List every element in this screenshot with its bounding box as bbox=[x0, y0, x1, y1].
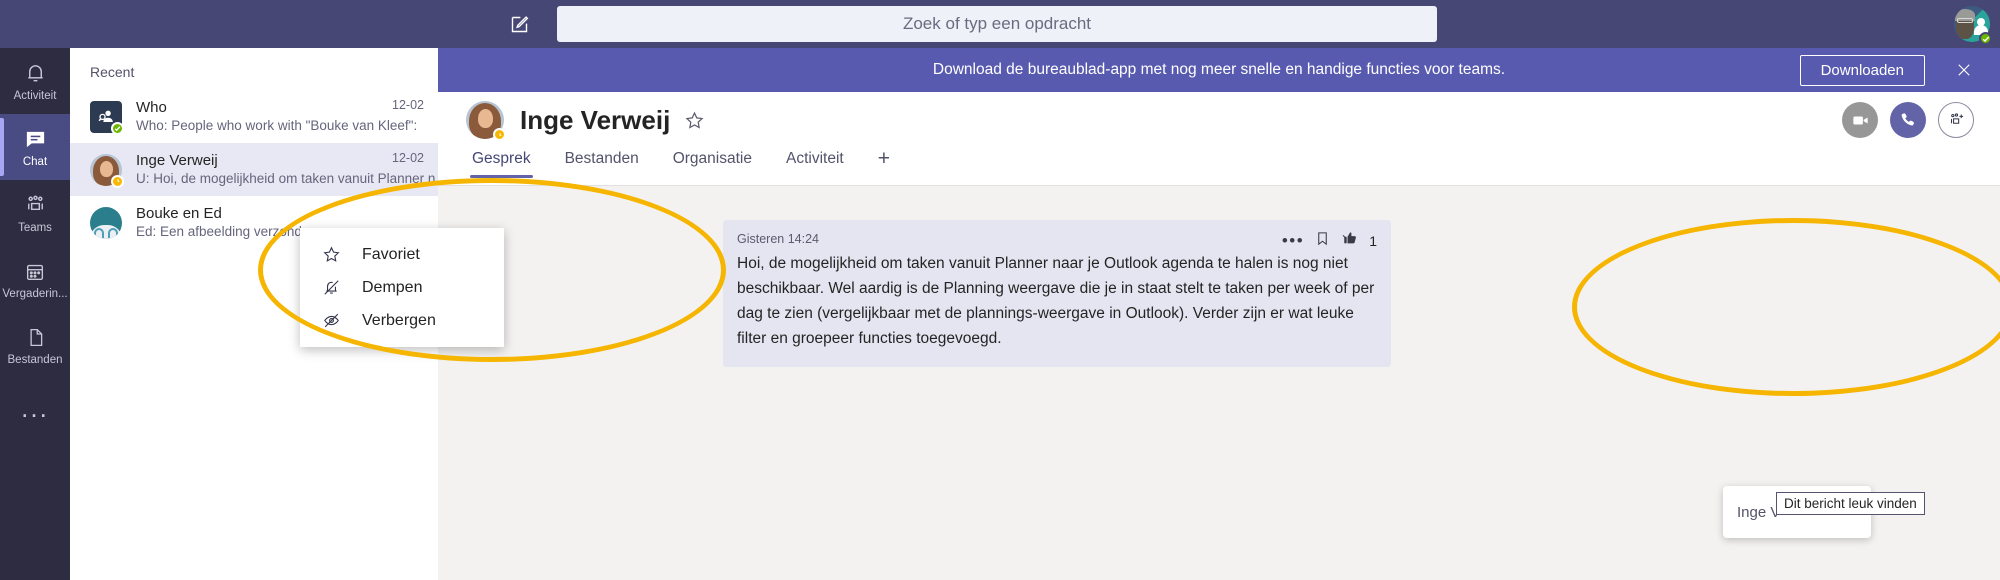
context-menu-item-label: Verbergen bbox=[362, 311, 436, 329]
teams-window: Zoek of typ een opdracht Activiteit Chat… bbox=[0, 0, 2000, 580]
compose-pencil-icon[interactable] bbox=[505, 10, 533, 38]
context-menu-item-label: Favoriet bbox=[362, 245, 420, 263]
avatar-second-head bbox=[1977, 18, 1985, 26]
presence-away-icon bbox=[493, 128, 506, 141]
tab-label: Organisatie bbox=[672, 150, 752, 167]
avatar-face bbox=[100, 160, 113, 177]
teams-icon bbox=[23, 193, 48, 219]
avatar-face bbox=[478, 109, 493, 128]
ellipsis-icon[interactable]: ••• bbox=[1282, 232, 1304, 249]
sidebar-item-label: Vergaderin... bbox=[2, 287, 68, 300]
avatar-wrapper bbox=[90, 153, 124, 188]
tab-label: Bestanden bbox=[564, 150, 639, 167]
star-icon[interactable] bbox=[684, 110, 705, 131]
download-button[interactable]: Downloaden bbox=[1799, 55, 1925, 86]
group-avatar bbox=[90, 206, 122, 239]
chat-icon bbox=[24, 127, 47, 153]
main-pane: Download de bureaublad-app met nog meer … bbox=[438, 48, 2000, 580]
conversation-actions bbox=[1842, 102, 1974, 138]
star-icon bbox=[322, 245, 342, 264]
list-item-preview: U: Hoi, de mogelijkheid om taken vanuit … bbox=[136, 171, 436, 186]
calendar-icon bbox=[24, 259, 46, 285]
tab-activiteit[interactable]: Activiteit bbox=[784, 148, 846, 178]
avatar-arc-left bbox=[94, 227, 104, 238]
like-tooltip: Dit bericht leuk vinden bbox=[1776, 492, 1925, 515]
bookmark-icon[interactable] bbox=[1315, 230, 1330, 252]
top-bar: Zoek of typ een opdracht bbox=[0, 0, 2000, 48]
message-actions: ••• 1 bbox=[1282, 230, 1377, 252]
avatar-arc-right bbox=[108, 227, 118, 238]
download-banner: Download de bureaublad-app met nog meer … bbox=[438, 48, 2000, 92]
sidebar-more-button[interactable]: ... bbox=[0, 378, 70, 438]
avatar-wrapper bbox=[90, 100, 124, 135]
sidebar-item-activiteit[interactable]: Activiteit bbox=[0, 48, 70, 114]
search-placeholder: Zoek of typ een opdracht bbox=[902, 14, 1092, 33]
sidebar-item-label: Bestanden bbox=[7, 353, 63, 366]
tab-gesprek[interactable]: Gesprek bbox=[470, 148, 533, 178]
tab-label: Gesprek bbox=[472, 150, 531, 167]
presence-available-icon bbox=[1979, 32, 1992, 45]
context-menu-item-dempen[interactable]: Dempen bbox=[300, 271, 504, 304]
presence-available-icon bbox=[111, 121, 124, 135]
sidebar-item-label: Activiteit bbox=[13, 89, 57, 102]
chat-list-title: Recent bbox=[90, 64, 135, 80]
tab-organisatie[interactable]: Organisatie bbox=[671, 148, 754, 178]
list-item-time: 12-02 bbox=[392, 98, 424, 112]
sidebar-item-bestanden[interactable]: Bestanden bbox=[0, 312, 70, 378]
context-menu-item-verbergen[interactable]: Verbergen bbox=[300, 304, 504, 337]
list-item[interactable]: Who Who: People who work with "Bouke van… bbox=[70, 90, 438, 143]
search-input[interactable]: Zoek of typ een opdracht bbox=[557, 6, 1437, 42]
conversation-tabs: Gesprek Bestanden Organisatie Activiteit… bbox=[438, 102, 2000, 186]
chat-context-menu: Favoriet Dempen Verbergen bbox=[300, 228, 504, 347]
audio-call-button[interactable] bbox=[1890, 102, 1926, 138]
message-body: Hoi, de mogelijkheid om taken vanuit Pla… bbox=[737, 255, 1375, 347]
presence-away-icon bbox=[111, 174, 124, 188]
app-rail: Activiteit Chat Teams Vergaderin... Best… bbox=[0, 48, 70, 580]
like-count: 1 bbox=[1369, 233, 1377, 249]
context-menu-item-favoriet[interactable]: Favoriet bbox=[300, 238, 504, 271]
thumbs-up-icon[interactable] bbox=[1341, 230, 1358, 252]
sidebar-item-label: Teams bbox=[18, 221, 52, 234]
list-item-name: Bouke en Ed bbox=[136, 205, 222, 222]
list-item[interactable]: Inge Verweij U: Hoi, de mogelijkheid om … bbox=[70, 143, 438, 196]
conversation-header: Inge Verweij bbox=[438, 92, 2000, 148]
sidebar-item-vergaderingen[interactable]: Vergaderin... bbox=[0, 246, 70, 312]
add-tab-button[interactable]: + bbox=[876, 148, 892, 178]
avatar-glasses bbox=[1957, 18, 1973, 23]
files-icon bbox=[25, 325, 46, 351]
list-item-time: 12-02 bbox=[392, 151, 424, 165]
page-title: Inge Verweij bbox=[520, 104, 671, 135]
popover-name: Inge V bbox=[1737, 503, 1781, 521]
add-people-button[interactable] bbox=[1938, 102, 1974, 138]
sidebar-item-teams[interactable]: Teams bbox=[0, 180, 70, 246]
tab-label: Activiteit bbox=[785, 150, 844, 167]
eye-slash-icon bbox=[322, 311, 342, 330]
avatar-wrapper bbox=[466, 101, 506, 141]
message-timestamp: Gisteren 14:24 bbox=[737, 232, 819, 246]
sidebar-item-chat[interactable]: Chat bbox=[0, 114, 70, 180]
bell-icon bbox=[24, 61, 47, 87]
message-bubble: Gisteren 14:24 Hoi, de mogelijkheid om t… bbox=[723, 220, 1391, 367]
banner-text: Download de bureaublad-app met nog meer … bbox=[932, 61, 1506, 78]
video-call-button[interactable] bbox=[1842, 102, 1878, 138]
avatar-wrapper bbox=[90, 206, 122, 239]
tab-bestanden[interactable]: Bestanden bbox=[563, 148, 641, 178]
list-item-preview: Who: People who work with "Bouke van Kle… bbox=[136, 118, 418, 133]
sidebar-item-label: Chat bbox=[22, 155, 48, 168]
close-icon[interactable] bbox=[1952, 58, 1976, 82]
bell-slash-icon bbox=[322, 278, 342, 297]
message-area: Gisteren 14:24 Hoi, de mogelijkheid om t… bbox=[438, 186, 2000, 580]
context-menu-item-label: Dempen bbox=[362, 278, 423, 296]
